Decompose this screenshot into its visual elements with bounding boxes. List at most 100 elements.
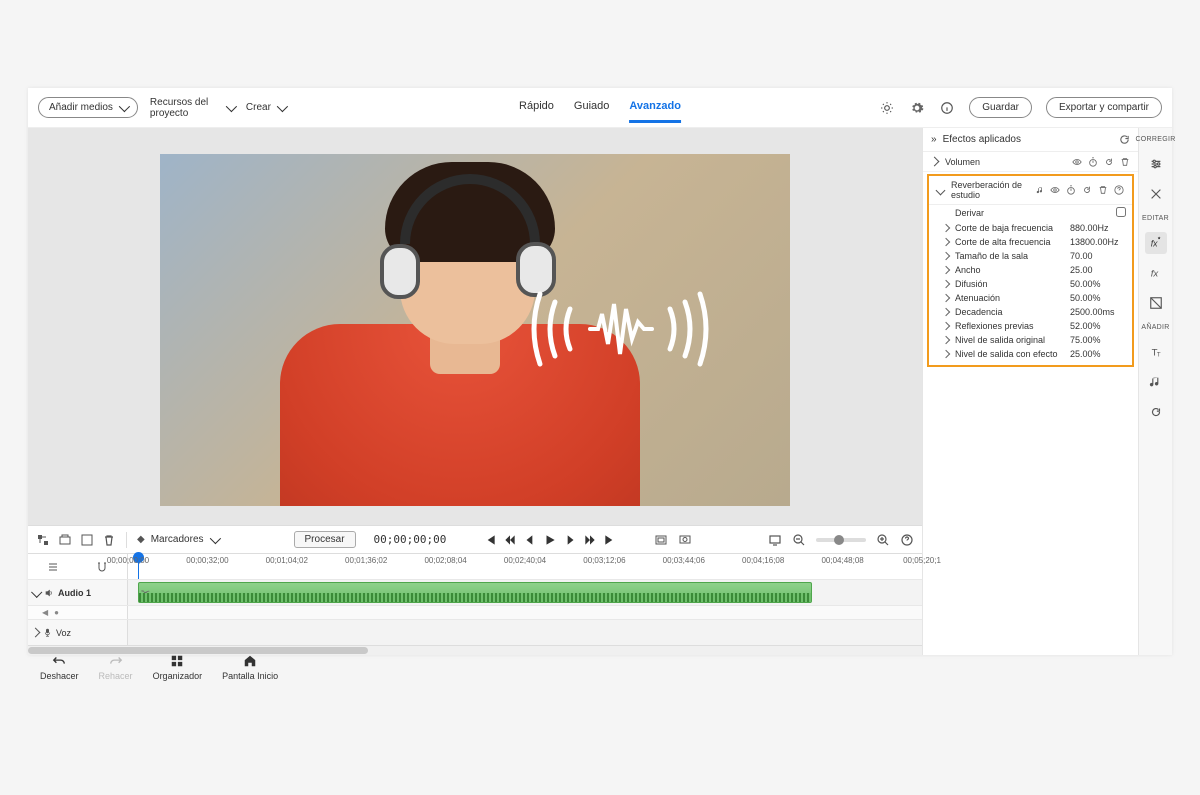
reverb-param-row[interactable]: Difusión50.00% xyxy=(929,277,1132,291)
effect-row-icons xyxy=(1049,185,1124,196)
reverb-param-row[interactable]: Nivel de salida original75.00% xyxy=(929,333,1132,347)
help-icon[interactable] xyxy=(1113,185,1124,196)
export-share-button[interactable]: Exportar y compartir xyxy=(1046,97,1162,118)
reverb-param-row[interactable]: Atenuación50.00% xyxy=(929,291,1132,305)
create-dropdown[interactable]: Crear xyxy=(246,102,285,113)
param-value[interactable]: 52.00% xyxy=(1070,321,1126,331)
applied-effects-icon[interactable]: fx xyxy=(1145,232,1167,254)
eye-icon[interactable] xyxy=(1071,156,1082,167)
zoom-slider[interactable] xyxy=(816,538,866,542)
vstrip-edit-label: EDITAR xyxy=(1142,215,1169,222)
fullscreen-icon[interactable] xyxy=(768,533,782,547)
param-value[interactable]: 880.00Hz xyxy=(1070,223,1126,233)
svg-text:fx: fx xyxy=(1150,239,1157,249)
gear-icon[interactable] xyxy=(909,100,925,116)
home-button[interactable]: Pantalla Inicio xyxy=(222,653,278,681)
brightness-icon[interactable] xyxy=(879,100,895,116)
audio-clip[interactable]: ✂ xyxy=(138,582,812,603)
tools-icon[interactable] xyxy=(1145,183,1167,205)
home-label: Pantalla Inicio xyxy=(222,671,278,681)
frame-fwd-icon[interactable] xyxy=(563,533,577,547)
help-icon[interactable] xyxy=(900,533,914,547)
zoom-in-icon[interactable] xyxy=(876,533,890,547)
eye-icon[interactable] xyxy=(1049,185,1060,196)
organizer-button[interactable]: Organizador xyxy=(153,653,203,681)
track-options-icon[interactable] xyxy=(46,560,60,574)
param-value[interactable]: 50.00% xyxy=(1070,279,1126,289)
param-value[interactable]: 13800.00Hz xyxy=(1070,237,1126,247)
info-icon[interactable] xyxy=(939,100,955,116)
reset-icon[interactable] xyxy=(1081,185,1092,196)
param-value[interactable]: 50.00% xyxy=(1070,293,1126,303)
trash-icon[interactable] xyxy=(1097,185,1108,196)
record-indicator[interactable]: ● xyxy=(54,608,59,617)
organizer-icon xyxy=(169,653,185,669)
music-icon[interactable] xyxy=(1145,371,1167,393)
effect-reverb-box: Reverberación de estudio DerivarCorte de… xyxy=(927,174,1134,367)
trash-icon[interactable] xyxy=(1119,156,1130,167)
reverb-param-row[interactable]: Reflexiones previas52.00% xyxy=(929,319,1132,333)
param-value[interactable]: 75.00% xyxy=(1070,335,1126,345)
stopwatch-icon[interactable] xyxy=(1065,185,1076,196)
safe-margins-icon[interactable] xyxy=(654,533,668,547)
track-audio1-controls: ◀ ● xyxy=(28,605,922,619)
reset-icon[interactable] xyxy=(1103,156,1114,167)
track-body-voice[interactable] xyxy=(128,620,922,645)
param-value[interactable]: 25.00 xyxy=(1070,265,1126,275)
stopwatch-icon[interactable] xyxy=(1087,156,1098,167)
video-preview[interactable] xyxy=(160,154,790,506)
param-value[interactable]: 70.00 xyxy=(1070,251,1126,261)
frame-back-icon[interactable] xyxy=(523,533,537,547)
reverb-param-row[interactable]: Decadencia2500.00ms xyxy=(929,305,1132,319)
markers-dropdown[interactable]: ◆ Marcadores xyxy=(137,534,218,545)
tool-icon-3[interactable] xyxy=(80,533,94,547)
reverb-param-row[interactable]: Corte de alta frecuencia13800.00Hz xyxy=(929,235,1132,249)
effect-reverb-header[interactable]: Reverberación de estudio xyxy=(929,176,1132,205)
adjust-icon[interactable] xyxy=(1145,153,1167,175)
tool-icon-2[interactable] xyxy=(58,533,72,547)
track-head-voice[interactable]: Voz xyxy=(28,620,128,645)
zoom-out-icon[interactable] xyxy=(792,533,806,547)
goto-end-icon[interactable] xyxy=(603,533,617,547)
trash-icon[interactable] xyxy=(102,533,116,547)
graphics-icon[interactable] xyxy=(1145,401,1167,423)
svg-text:T: T xyxy=(1156,351,1160,358)
param-value[interactable]: 2500.00ms xyxy=(1070,307,1126,317)
process-button[interactable]: Procesar xyxy=(294,531,356,548)
reverb-param-row[interactable]: Corte de baja frecuencia880.00Hz xyxy=(929,221,1132,235)
reset-all-icon[interactable] xyxy=(1119,134,1130,145)
text-icon[interactable]: TT xyxy=(1145,341,1167,363)
tab-guided[interactable]: Guiado xyxy=(574,92,609,123)
track-body-audio1[interactable]: ✂ xyxy=(128,580,922,605)
save-button[interactable]: Guardar xyxy=(969,97,1032,118)
step-fwd-icon[interactable] xyxy=(583,533,597,547)
tab-advanced[interactable]: Avanzado xyxy=(629,92,681,123)
vstrip-correct-label: CORREGIR xyxy=(1135,136,1175,143)
redo-button: Rehacer xyxy=(99,653,133,681)
undo-button[interactable]: Deshacer xyxy=(40,653,79,681)
play-icon[interactable] xyxy=(543,533,557,547)
step-back-icon[interactable] xyxy=(503,533,517,547)
project-resources-dropdown[interactable]: Recursos del proyecto xyxy=(150,97,234,119)
ruler-tick: 00;01;04;02 xyxy=(266,556,308,565)
reverb-param-row[interactable]: Ancho25.00 xyxy=(929,263,1132,277)
effects-icon[interactable]: fx xyxy=(1145,262,1167,284)
reverb-param-row[interactable]: Nivel de salida con efecto25.00% xyxy=(929,347,1132,361)
reverb-param-row[interactable]: Tamaño de la sala70.00 xyxy=(929,249,1132,263)
goto-start-icon[interactable] xyxy=(483,533,497,547)
expand-icon[interactable]: » xyxy=(931,134,937,145)
chevron-right-icon xyxy=(942,252,950,260)
track-head-audio1[interactable]: Audio 1 xyxy=(28,580,128,605)
color-icon[interactable] xyxy=(1145,292,1167,314)
param-checkbox[interactable] xyxy=(1116,207,1126,219)
add-media-button[interactable]: Añadir medios xyxy=(38,97,138,118)
mute-indicator[interactable]: ◀ xyxy=(42,608,48,617)
param-value[interactable]: 25.00% xyxy=(1070,349,1126,359)
reverb-param-row[interactable]: Derivar xyxy=(929,205,1132,221)
tab-quick[interactable]: Rápido xyxy=(519,92,554,123)
effect-volume[interactable]: Volumen xyxy=(923,152,1138,172)
quality-icon[interactable] xyxy=(678,533,692,547)
tool-icon-1[interactable] xyxy=(36,533,50,547)
timeline-ruler[interactable]: 00;00;00;0000;00;32;0000;01;04;0200;01;3… xyxy=(128,554,922,579)
chevron-right-icon xyxy=(930,157,940,167)
